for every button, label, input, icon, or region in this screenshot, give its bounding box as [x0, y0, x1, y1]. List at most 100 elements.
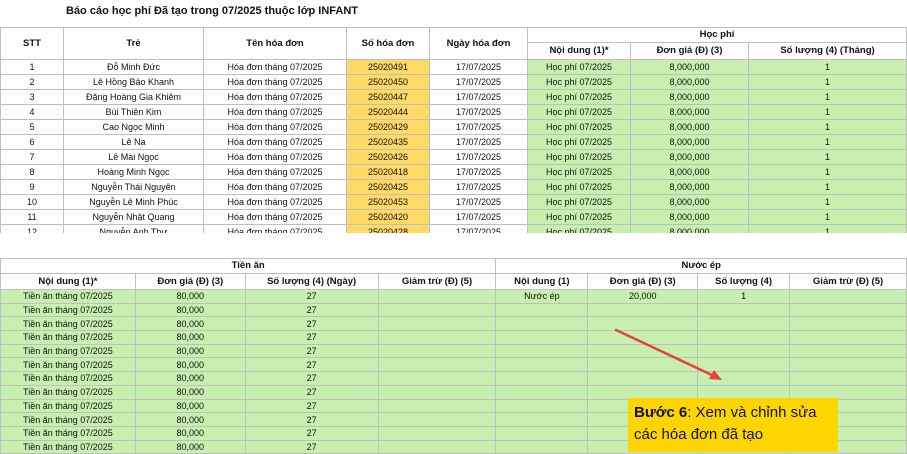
table-row[interactable]: Tiền ăn tháng 07/2025 80,000 27 [0, 371, 907, 386]
cell-juice-discount[interactable] [789, 343, 907, 359]
header-content[interactable]: Nội dung (1)* [527, 42, 631, 60]
cell-meal-price[interactable]: 80,000 [134, 343, 246, 359]
cell-tuition-quantity[interactable]: 1 [748, 209, 907, 225]
cell-juice-content[interactable] [495, 330, 589, 345]
cell-tuition-content[interactable]: Học phí 07/2025 [527, 119, 631, 135]
cell-juice-quantity[interactable] [697, 316, 791, 332]
cell-tuition-quantity[interactable]: 1 [748, 74, 907, 90]
cell-invoice-number[interactable]: 25020426 [346, 149, 430, 165]
cell-juice-quantity[interactable] [697, 384, 791, 400]
cell-invoice-date[interactable]: 17/07/2025 [429, 104, 528, 120]
cell-tuition-price[interactable]: 8,000,000 [630, 89, 749, 105]
table-row[interactable]: Tiền ăn tháng 07/2025 80,000 27 [0, 302, 907, 318]
cell-meal-content[interactable]: Tiền ăn tháng 07/2025 [0, 357, 136, 373]
cell-juice-quantity[interactable] [697, 357, 791, 373]
cell-juice-quantity[interactable] [697, 330, 791, 345]
cell-meal-discount[interactable] [377, 330, 497, 345]
cell-juice-content[interactable] [495, 302, 589, 318]
header-meal-unit-price[interactable]: Đơn giá (Đ) (3) [134, 273, 246, 290]
cell-invoice-number[interactable]: 25020447 [346, 89, 430, 105]
cell-invoice-number[interactable]: 25020450 [346, 74, 430, 90]
cell-juice-content[interactable] [495, 398, 589, 414]
cell-meal-discount[interactable] [377, 425, 497, 441]
cell-tuition-price[interactable]: 8,000,000 [630, 209, 749, 225]
cell-stt[interactable]: 5 [0, 119, 64, 135]
cell-invoice-name[interactable]: Hóa đơn tháng 07/2025 [203, 194, 347, 210]
cell-juice-price[interactable]: 20,000 [587, 289, 699, 304]
header-invoice-date[interactable]: Ngày hóa đơn [429, 27, 528, 60]
header-group-tuition[interactable]: Học phí [527, 27, 907, 43]
cell-meal-price[interactable]: 80,000 [134, 289, 246, 304]
cell-meal-discount[interactable] [377, 384, 497, 400]
header-juice-quantity[interactable]: Số lượng (4) [697, 273, 791, 290]
header-meal-discount[interactable]: Giảm trừ (Đ) (5) [377, 273, 497, 290]
table-row[interactable]: Tiền ăn tháng 07/2025 80,000 27 [0, 384, 907, 400]
cell-child-name[interactable]: Đỗ Minh Đức [63, 59, 204, 75]
cell-juice-price[interactable] [587, 316, 699, 332]
cell-meal-price[interactable]: 80,000 [134, 384, 246, 400]
cell-invoice-name[interactable]: Hóa đơn tháng 07/2025 [203, 134, 347, 150]
cell-invoice-number[interactable]: 25020435 [346, 134, 430, 150]
cell-meal-content[interactable]: Tiền ăn tháng 07/2025 [0, 330, 136, 345]
table-row[interactable]: 3 Đặng Hoàng Gia Khiêm Hóa đơn tháng 07/20… [0, 89, 907, 105]
cell-meal-quantity[interactable]: 27 [244, 384, 379, 400]
cell-juice-quantity[interactable] [697, 302, 791, 318]
cell-invoice-date[interactable]: 17/07/2025 [429, 59, 528, 75]
cell-meal-quantity[interactable]: 27 [244, 289, 379, 304]
cell-meal-content[interactable]: Tiền ăn tháng 07/2025 [0, 289, 136, 304]
cell-invoice-name[interactable]: Hóa đơn tháng 07/2025 [203, 164, 347, 180]
table-row[interactable]: 11 Nguyễn Nhật Quang Hóa đơn tháng 07/2025… [0, 209, 907, 225]
header-juice-content[interactable]: Nội dung (1) [495, 273, 589, 290]
table-row[interactable]: 1 Đỗ Minh Đức Hóa đơn tháng 07/2025 2502049… [0, 59, 907, 75]
header-group-meals[interactable]: Tiền ăn [0, 258, 497, 274]
cell-juice-content[interactable]: Nước ép [495, 289, 589, 304]
cell-stt[interactable]: 3 [0, 89, 64, 105]
cell-meal-price[interactable]: 80,000 [134, 412, 246, 427]
cell-tuition-quantity[interactable]: 1 [748, 179, 907, 195]
cell-meal-quantity[interactable]: 27 [244, 330, 379, 345]
cell-juice-content[interactable] [495, 343, 589, 359]
cell-invoice-date[interactable]: 17/07/2025 [429, 119, 528, 135]
cell-invoice-number[interactable]: 25020425 [346, 179, 430, 195]
cell-meal-content[interactable]: Tiền ăn tháng 07/2025 [0, 316, 136, 332]
cell-stt[interactable]: 11 [0, 209, 64, 225]
cell-meal-content[interactable]: Tiền ăn tháng 07/2025 [0, 384, 136, 400]
cell-tuition-content[interactable]: Học phí 07/2025 [527, 134, 631, 150]
cell-meal-quantity[interactable]: 27 [244, 316, 379, 332]
cell-juice-discount[interactable] [789, 289, 907, 304]
cell-invoice-name[interactable]: Hóa đơn tháng 07/2025 [203, 149, 347, 165]
cell-tuition-quantity[interactable]: 1 [748, 194, 907, 210]
cell-meal-discount[interactable] [377, 357, 497, 373]
cell-meal-price[interactable]: 80,000 [134, 357, 246, 373]
table-row[interactable]: 10 Nguyễn Lê Minh Phúc Hóa đơn tháng 07/20… [0, 194, 907, 210]
cell-child-name[interactable]: Đặng Hoàng Gia Khiêm [63, 89, 204, 105]
cell-tuition-price[interactable]: 8,000,000 [630, 59, 749, 75]
cell-child-name[interactable]: Lê Mai Ngọc [63, 149, 204, 165]
cell-invoice-number[interactable]: 25020429 [346, 119, 430, 135]
cell-tuition-price[interactable]: 8,000,000 [630, 134, 749, 150]
cell-juice-quantity[interactable] [697, 343, 791, 359]
table-row[interactable]: 2 Lê Hồng Bảo Khanh Hóa đơn tháng 07/2025 2… [0, 74, 907, 90]
cell-invoice-date[interactable]: 17/07/2025 [429, 164, 528, 180]
cell-child-name[interactable]: Hoàng Minh Ngọc [63, 164, 204, 180]
cell-stt[interactable]: 10 [0, 194, 64, 210]
cell-meal-content[interactable]: Tiền ăn tháng 07/2025 [0, 302, 136, 318]
cell-juice-price[interactable] [587, 384, 699, 400]
cell-juice-discount[interactable] [789, 330, 907, 345]
cell-stt[interactable]: 1 [0, 59, 64, 75]
cell-juice-content[interactable] [495, 371, 589, 386]
table-row[interactable]: Tiền ăn tháng 07/2025 80,000 27 [0, 357, 907, 373]
cell-meal-content[interactable]: Tiền ăn tháng 07/2025 [0, 425, 136, 441]
header-stt[interactable]: STT [0, 27, 64, 60]
cell-juice-content[interactable] [495, 412, 589, 427]
cell-meal-quantity[interactable]: 27 [244, 412, 379, 427]
cell-invoice-date[interactable]: 17/07/2025 [429, 194, 528, 210]
cell-juice-content[interactable] [495, 425, 589, 441]
cell-tuition-content[interactable]: Học phí 07/2025 [527, 164, 631, 180]
cell-meal-content[interactable]: Tiền ăn tháng 07/2025 [0, 371, 136, 386]
cell-meal-quantity[interactable]: 27 [244, 357, 379, 373]
cell-tuition-quantity[interactable]: 1 [748, 119, 907, 135]
cell-tuition-content[interactable]: Học phí 07/2025 [527, 209, 631, 225]
cell-meal-discount[interactable] [377, 289, 497, 304]
cell-meal-quantity[interactable]: 27 [244, 371, 379, 386]
